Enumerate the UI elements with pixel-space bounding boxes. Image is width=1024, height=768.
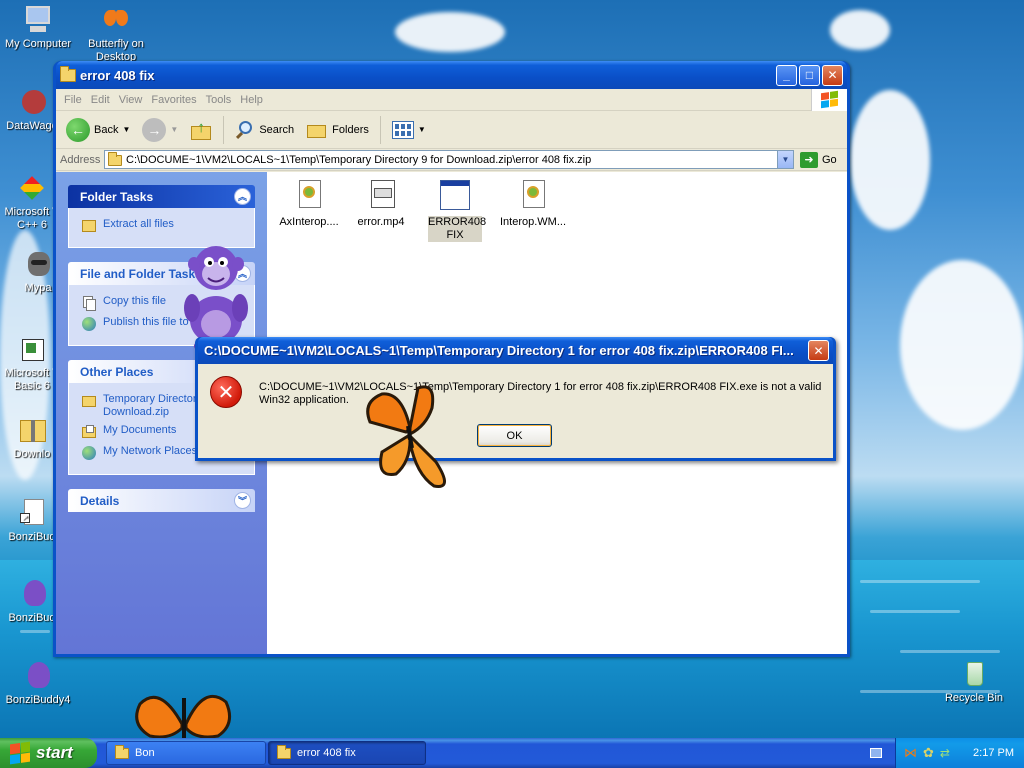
bonzi-icon [16, 578, 48, 610]
desktop-icon-butterfly[interactable]: Butterfly on Desktop [78, 4, 154, 64]
menu-tools[interactable]: Tools [204, 94, 239, 106]
details-header[interactable]: Details ︾ [68, 489, 255, 512]
views-button[interactable]: ▼ [388, 119, 430, 141]
system-tray: ⋈ ✿ ⇄ 2:17 PM [895, 738, 1024, 768]
taskbar-task-bon[interactable]: Bon [106, 741, 266, 765]
network-globe-icon [81, 445, 97, 461]
windows-flag-icon [10, 741, 30, 765]
dialog-titlebar[interactable]: C:\DOCUME~1\VM2\LOCALS~1\Temp\Temporary … [198, 337, 833, 364]
error-icon: ✕ [210, 376, 242, 408]
up-folder-button[interactable]: ↑ [186, 117, 216, 143]
datawago-icon [16, 86, 48, 118]
menu-edit[interactable]: Edit [89, 94, 117, 106]
back-arrow-icon: ← [66, 117, 90, 142]
zip-folder-icon [108, 152, 122, 166]
folder-icon [60, 65, 76, 82]
details-panel: Details ︾ [68, 489, 255, 512]
cloud [395, 12, 505, 52]
file-item[interactable]: error.mp4 [341, 178, 421, 229]
keyboard-icon[interactable] [870, 748, 882, 758]
extract-icon [81, 218, 97, 234]
folders-icon [306, 121, 328, 139]
toolbar: ← Back ▼ → ▼ ↑ Search Folders ▼ [56, 111, 847, 149]
menu-help[interactable]: Help [238, 94, 270, 106]
expand-icon[interactable]: ︾ [234, 492, 251, 509]
address-value: C:\DOCUME~1\VM2\LOCALS~1\Temp\Temporary … [126, 153, 592, 166]
globe-icon [81, 316, 97, 332]
chevron-down-icon[interactable]: ▼ [777, 151, 793, 168]
computer-icon [22, 4, 54, 36]
forward-arrow-icon: → [142, 117, 167, 142]
cloud [850, 90, 930, 230]
file-item-selected[interactable]: ERROR408 FIX [415, 178, 495, 242]
butterfly-icon [100, 4, 132, 36]
forward-button[interactable]: → ▼ [138, 116, 182, 144]
up-folder-icon: ↑ [190, 119, 212, 141]
exe-window-icon [439, 178, 471, 212]
cloud [900, 260, 1024, 430]
search-button[interactable]: Search [231, 118, 298, 142]
dialog-title: C:\DOCUME~1\VM2\LOCALS~1\Temp\Temporary … [204, 343, 794, 358]
dialog-close-button[interactable]: ✕ [808, 340, 829, 361]
copy-icon [81, 295, 97, 311]
safely-remove-icon[interactable]: ⇄ [940, 746, 950, 760]
folder-tasks-header[interactable]: Folder Tasks ︽ [68, 185, 255, 208]
file-item[interactable]: Interop.WM... [493, 178, 573, 229]
desktop-icon-my-computer[interactable]: My Computer [0, 4, 76, 51]
close-button[interactable]: ✕ [822, 64, 843, 86]
bonzi-icon [22, 660, 54, 692]
address-input[interactable]: C:\DOCUME~1\VM2\LOCALS~1\Temp\Temporary … [104, 150, 794, 169]
windows-logo-icon [811, 88, 847, 111]
my-documents-icon [81, 424, 97, 440]
visual-cpp-icon [16, 172, 48, 204]
taskbar-task-explorer[interactable]: error 408 fix [268, 741, 426, 765]
menu-view[interactable]: View [117, 94, 150, 106]
window-title: error 408 fix [80, 67, 155, 83]
shortcut-document-icon: ↗ [16, 497, 48, 529]
start-button[interactable]: start [0, 738, 97, 768]
dropdown-arrow-icon[interactable]: ▼ [418, 125, 426, 134]
application-window-icon [365, 178, 397, 212]
folder-icon [115, 744, 129, 759]
dll-icon [293, 178, 325, 212]
desktop-icon-bonzibuddy4[interactable]: BonziBuddy4 [0, 660, 76, 707]
task-extract-all[interactable]: Extract all files [81, 218, 244, 234]
address-label: Address [60, 153, 101, 166]
ok-button[interactable]: OK [477, 424, 552, 447]
address-bar: Address C:\DOCUME~1\VM2\LOCALS~1\Temp\Te… [56, 149, 847, 171]
views-icon [391, 120, 414, 139]
folders-button[interactable]: Folders [302, 119, 373, 141]
collapse-icon[interactable]: ︽ [234, 188, 251, 205]
error-dialog[interactable]: C:\DOCUME~1\VM2\LOCALS~1\Temp\Temporary … [195, 337, 836, 461]
folder-icon [277, 744, 291, 759]
butterfly-tray-icon[interactable]: ⋈ [904, 745, 917, 761]
search-icon [235, 120, 255, 140]
dropdown-arrow-icon[interactable]: ▼ [170, 125, 178, 134]
explorer-titlebar[interactable]: error 408 fix _ □ ✕ [56, 61, 847, 89]
cloud [830, 10, 890, 50]
go-button[interactable]: ➜ Go [800, 151, 837, 168]
butterfly-sprite [362, 382, 458, 497]
bonzi-tray-icon[interactable]: ✿ [923, 745, 934, 761]
menu-file[interactable]: File [62, 94, 89, 106]
dll-icon [517, 178, 549, 212]
taskbar: start Bon error 408 fix ⋈ ✿ ⇄ 2:17 PM [0, 738, 1024, 768]
back-button[interactable]: ← Back ▼ [62, 116, 134, 144]
raccoon-icon [22, 248, 54, 280]
file-item[interactable]: AxInterop.... [269, 178, 349, 229]
dropdown-arrow-icon[interactable]: ▼ [122, 125, 130, 134]
butterfly-sprite [130, 684, 236, 743]
folder-icon [81, 393, 97, 409]
dialog-message: C:\DOCUME~1\VM2\LOCALS~1\Temp\Temporary … [259, 381, 822, 406]
menu-favorites[interactable]: Favorites [149, 94, 203, 106]
minimize-button[interactable]: _ [776, 64, 797, 86]
zip-folder-icon [16, 414, 48, 446]
visual-basic-icon [16, 333, 48, 365]
clock[interactable]: 2:17 PM [973, 747, 1014, 759]
menu-bar: File Edit View Favorites Tools Help [56, 88, 847, 111]
recycle-bin-icon [958, 658, 990, 690]
go-arrow-icon: ➜ [800, 151, 818, 168]
maximize-button[interactable]: □ [799, 64, 820, 86]
desktop-icon-recycle-bin[interactable]: Recycle Bin [936, 658, 1012, 705]
